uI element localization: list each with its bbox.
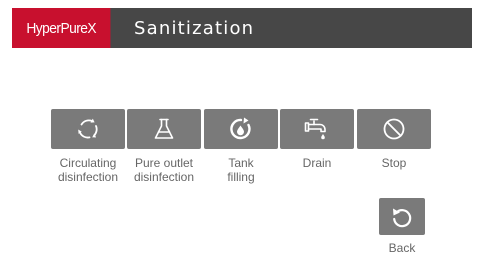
back-button[interactable] (379, 198, 425, 235)
droplet-refill-icon (230, 117, 251, 140)
back-arrow-icon (393, 208, 412, 227)
stop-icon (383, 118, 405, 140)
tank-filling-button[interactable] (204, 109, 278, 149)
circular-arrows-icon (78, 118, 98, 139)
pure-outlet-disinfection-button[interactable] (127, 109, 201, 149)
drain-button[interactable] (280, 109, 354, 149)
flask-icon (154, 118, 174, 139)
circulating-disinfection-button[interactable] (51, 109, 125, 149)
back-label: Back (388, 241, 416, 255)
header-bar: HyperPureX Sanitization (12, 8, 472, 48)
stop-label: Stop (381, 156, 407, 170)
faucet-icon (304, 118, 326, 140)
page-title: Sanitization (134, 17, 255, 39)
brand-logo: HyperPureX (12, 8, 111, 48)
stop-button[interactable] (357, 109, 431, 149)
